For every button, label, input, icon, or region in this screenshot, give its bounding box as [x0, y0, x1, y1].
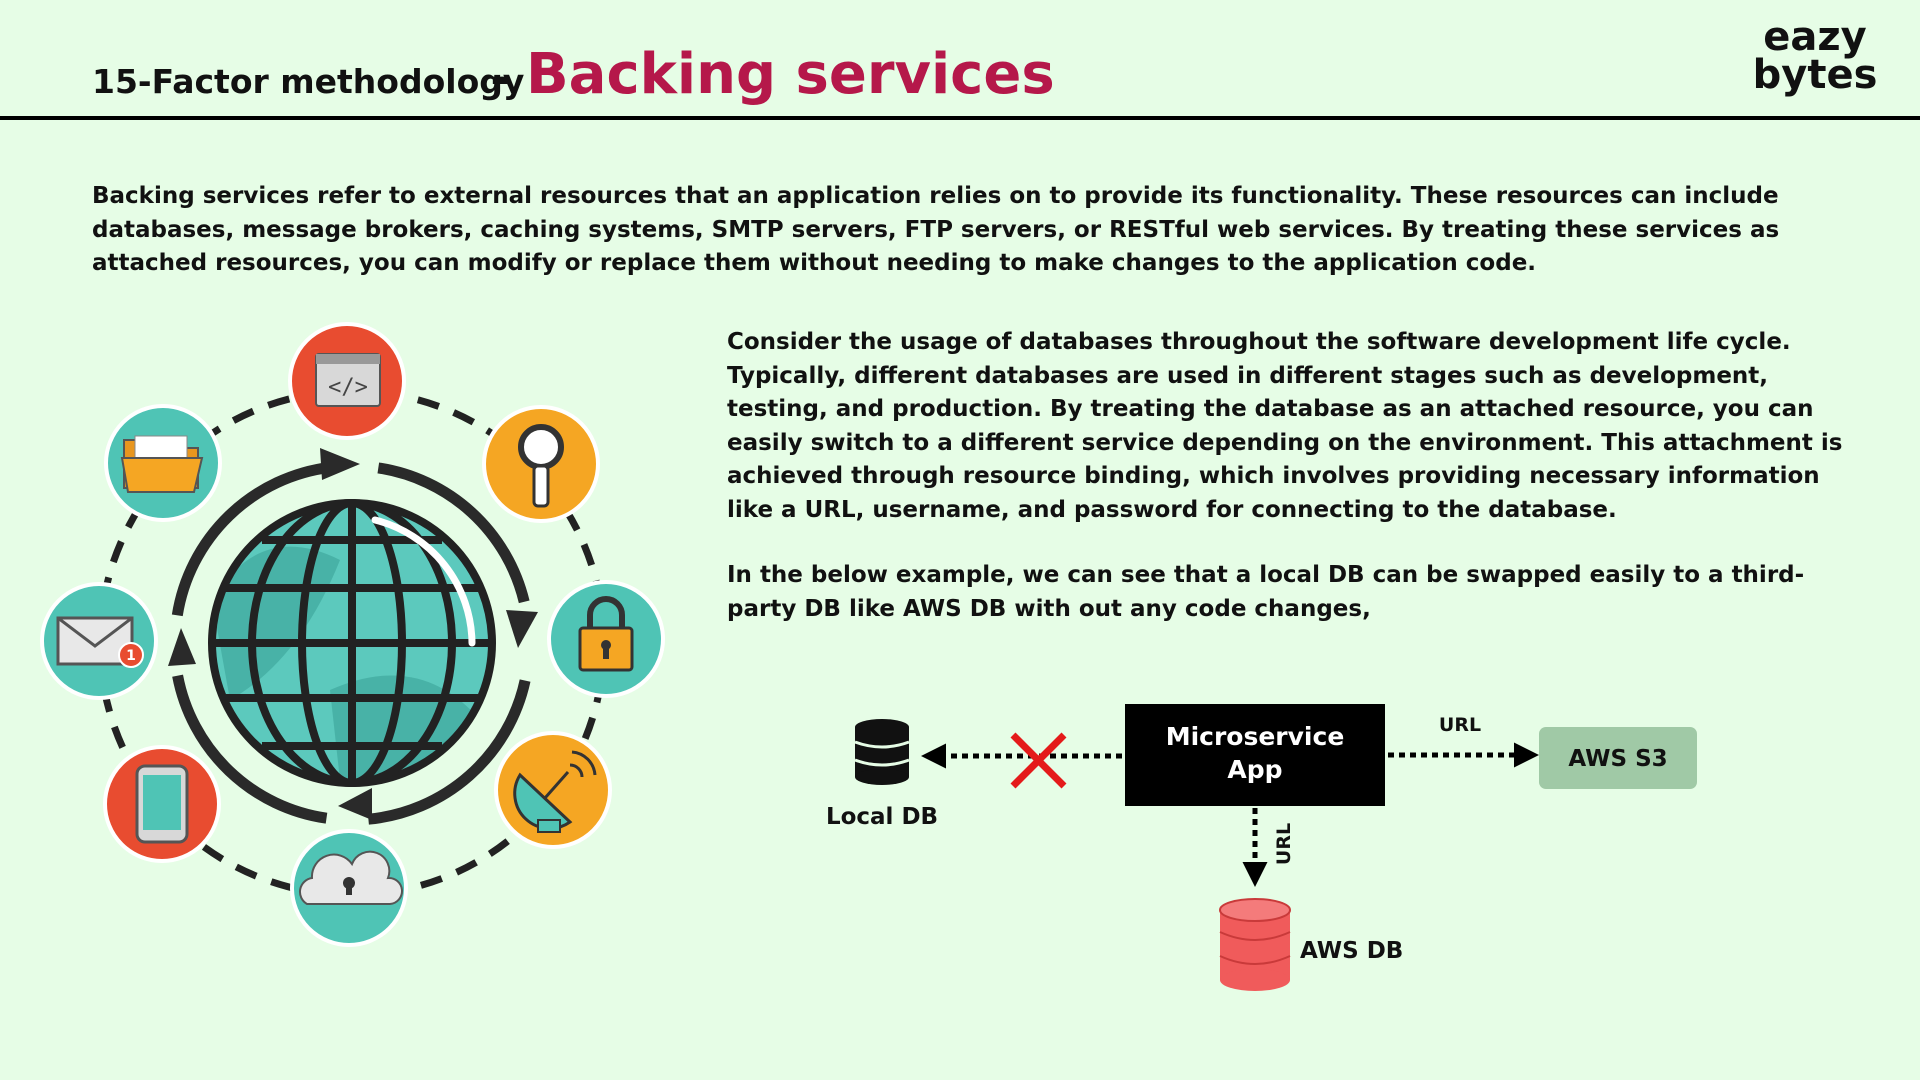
url-label-right: URL	[1439, 714, 1481, 736]
folder-icon	[104, 404, 222, 522]
magnifier-icon	[482, 405, 600, 523]
code-window-icon: </>	[288, 322, 406, 440]
local-db-icon	[854, 719, 910, 785]
aws-db-icon	[1219, 898, 1291, 991]
globe-icon	[208, 499, 496, 787]
aws-s3-label: AWS S3	[1568, 746, 1667, 772]
app-label-line-1: Microservice	[1166, 722, 1345, 751]
local-db-label: Local DB	[826, 804, 938, 830]
svg-text:</>: </>	[328, 375, 368, 400]
padlock-icon	[547, 580, 665, 698]
cloud-lock-icon	[290, 829, 408, 947]
url-label-down: URL	[1273, 823, 1295, 865]
app-label-line-2: App	[1227, 755, 1282, 784]
blocked-cross-icon	[1010, 732, 1067, 789]
satellite-dish-icon	[494, 731, 612, 849]
aws-db-label: AWS DB	[1300, 938, 1403, 964]
notification-count: 1	[126, 648, 136, 664]
illustration-canvas: </> 1 Local DB Microservice App URL AWS …	[40, 322, 1697, 991]
smartphone-icon	[103, 745, 221, 863]
mail-notification-icon: 1	[40, 582, 158, 700]
